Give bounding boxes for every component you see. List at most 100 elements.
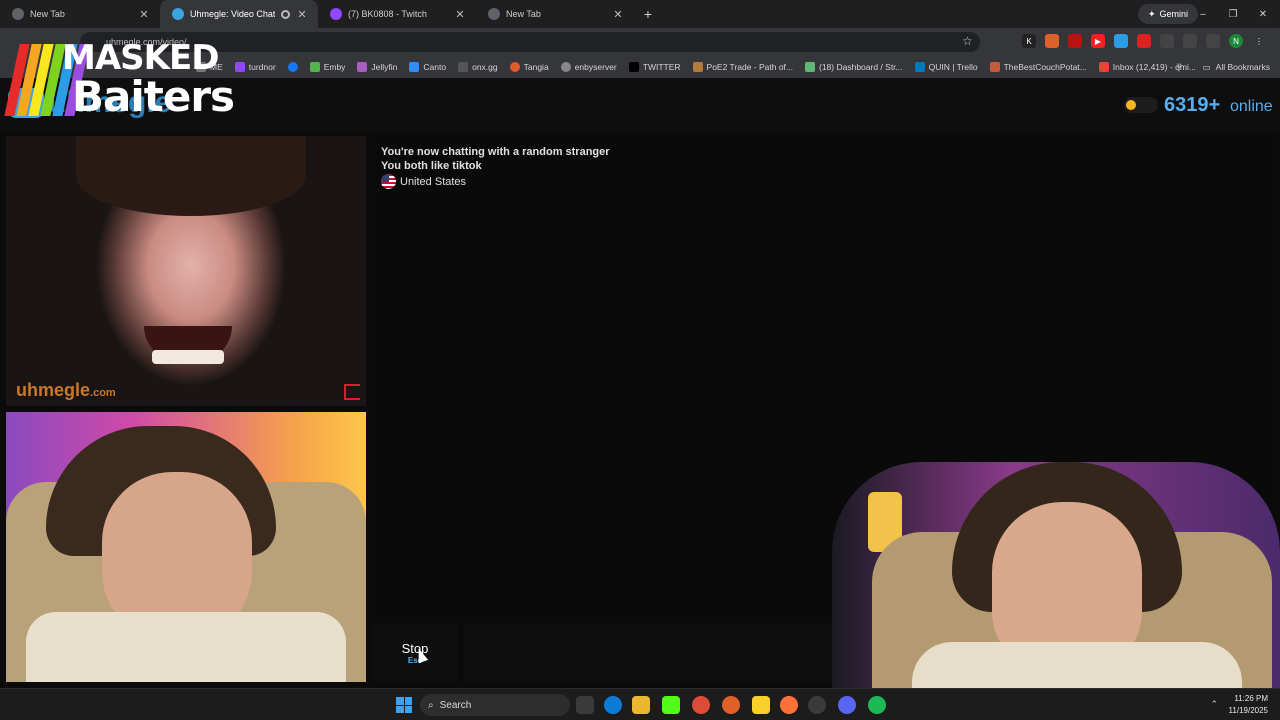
close-icon[interactable]: ✕ [454, 8, 466, 21]
common-interest-message: You both like tiktok [381, 160, 482, 172]
twitch-icon [234, 62, 245, 72]
close-icon[interactable]: ✕ [296, 8, 308, 21]
bookmark-item[interactable]: PoE2 Trade - Path of... [692, 62, 793, 72]
bookmark-item[interactable]: QUIN | Trello [914, 62, 978, 72]
app-icon[interactable] [722, 696, 740, 714]
bookmark-label: Inbox (12,419) - qmi... [1112, 62, 1196, 72]
bookmark-label: onx.gg [472, 62, 498, 72]
chrome-icon [12, 8, 24, 20]
bookmark-item[interactable]: Canto [409, 62, 446, 72]
chrome-icon[interactable] [692, 696, 710, 714]
task-view-icon[interactable] [576, 696, 594, 714]
report-flag-icon[interactable] [344, 384, 360, 400]
country-label: United States [400, 175, 467, 188]
bookmark-item[interactable]: (18) Dashboard / Str... [805, 62, 903, 72]
couch-icon [989, 62, 1000, 72]
taskbar-search[interactable]: ⌕ Search [420, 694, 570, 716]
x-icon [628, 62, 639, 72]
minimize-button[interactable]: – [1188, 0, 1218, 28]
gmail-icon [1098, 62, 1109, 72]
youtube-extension-icon[interactable]: ▶ [1091, 34, 1105, 48]
facebook-icon [287, 62, 298, 72]
streamlabs-icon [805, 62, 815, 72]
red-extension-icon[interactable] [1068, 34, 1082, 48]
tangia-icon [509, 62, 520, 72]
system-message: You're now chatting with a random strang… [381, 146, 610, 158]
tray-icon[interactable]: ⌃ [1210, 699, 1218, 710]
avatar[interactable]: N [1229, 34, 1243, 48]
bookmark-item[interactable]: turdnor [234, 62, 276, 72]
bookmark-label: (18) Dashboard / Str... [819, 62, 903, 72]
bookmark-label: PoE2 Trade - Path of... [706, 62, 793, 72]
onx-icon [458, 62, 469, 72]
logo-line-2: Baiters [72, 72, 235, 121]
bookmark-label: Tangia [523, 62, 549, 72]
tab-new-tab-2[interactable]: New Tab ✕ [476, 0, 634, 28]
bookmark-item[interactable]: onx.gg [458, 62, 498, 72]
tab-title: (7) BK0808 - Twitch [348, 9, 427, 19]
more-bookmarks-button[interactable]: » [1176, 60, 1182, 71]
bookmark-item[interactable]: TWITTER [628, 62, 681, 72]
folder-icon: ▭ [1202, 61, 1211, 72]
online-count: 6319+ [1164, 94, 1221, 116]
us-flag-icon [381, 174, 396, 189]
close-icon[interactable]: ✕ [138, 8, 150, 21]
all-bookmarks-button[interactable]: ▭ All Bookmarks [1203, 56, 1270, 78]
bookmark-label: Canto [423, 62, 447, 72]
bookmark-label: TWITTER [642, 62, 681, 72]
maximize-button[interactable]: ❐ [1218, 0, 1248, 28]
menu-icon[interactable]: ⋮ [1252, 34, 1266, 48]
bookmark-item[interactable]: Tangia [509, 62, 549, 72]
sticky-notes-icon[interactable] [752, 696, 770, 714]
chrome-icon [488, 8, 500, 20]
new-tab-button[interactable]: + [638, 6, 658, 22]
seven-tv-extension-icon[interactable] [1114, 34, 1128, 48]
trello-icon [914, 62, 925, 72]
firefox-icon[interactable] [780, 696, 798, 714]
bookmark-star-icon[interactable]: ☆ [962, 34, 973, 48]
close-window-button[interactable]: ✕ [1248, 0, 1278, 28]
clock-date: 11/19/2025 [1228, 706, 1268, 715]
stranger-video: uhmegle.com [6, 136, 366, 406]
globe-icon [560, 62, 571, 72]
obs-icon[interactable] [808, 696, 826, 714]
emby-icon [309, 62, 320, 72]
kick-extension-icon[interactable]: K [1022, 34, 1036, 48]
kick-icon[interactable] [662, 696, 680, 714]
fox-extension-icon[interactable] [1045, 34, 1059, 48]
discord-icon[interactable] [838, 696, 856, 714]
uhmegle-icon [172, 8, 184, 20]
tab-title: Uhmegle: Video Chat | Ran [190, 9, 275, 19]
tab-uhmegle[interactable]: Uhmegle: Video Chat | Ran ✕ [160, 0, 318, 28]
file-explorer-icon[interactable] [632, 696, 650, 714]
bookmark-item[interactable]: enbyserver [560, 62, 617, 72]
tab-title: New Tab [30, 9, 65, 19]
tab-strip: New Tab ✕ Uhmegle: Video Chat | Ran ✕ (7… [0, 0, 1280, 28]
sparkle-icon: ✦ [1147, 8, 1156, 19]
clock[interactable]: 11:26 PM 11/19/2025 [1229, 693, 1268, 717]
bookmark-item[interactable]: Emby [309, 62, 346, 72]
bookmark-item[interactable] [287, 62, 298, 72]
video-content [152, 350, 224, 364]
puzzle-icon[interactable] [1160, 34, 1174, 48]
taskbar: ⌕ Search ⌃ 11:26 PM 11/19/2025 [0, 688, 1280, 720]
split-view-icon[interactable] [1183, 34, 1197, 48]
twitch-icon [330, 8, 342, 20]
bookmark-item[interactable]: TheBestCouchPotat... [989, 62, 1087, 72]
spotify-icon[interactable] [868, 696, 886, 714]
bookmark-label: Emby [323, 62, 346, 72]
bookmark-label: Jellyfin [371, 62, 398, 72]
self-video [6, 412, 366, 682]
bookmark-item[interactable]: Jellyfin [357, 62, 397, 72]
online-label: online [1230, 98, 1273, 115]
message-input[interactable] [464, 624, 834, 682]
reading-list-icon[interactable] [1206, 34, 1220, 48]
tab-twitch[interactable]: (7) BK0808 - Twitch ✕ [318, 0, 476, 28]
edge-icon[interactable] [604, 696, 622, 714]
close-icon[interactable]: ✕ [612, 8, 624, 21]
watermark-text: uhmegle [16, 380, 91, 400]
tab-new-tab-1[interactable]: New Tab ✕ [0, 0, 160, 28]
windows-start-icon[interactable] [396, 697, 412, 713]
bookmark-label: turdnor [248, 62, 276, 72]
ublock-extension-icon[interactable] [1137, 34, 1151, 48]
